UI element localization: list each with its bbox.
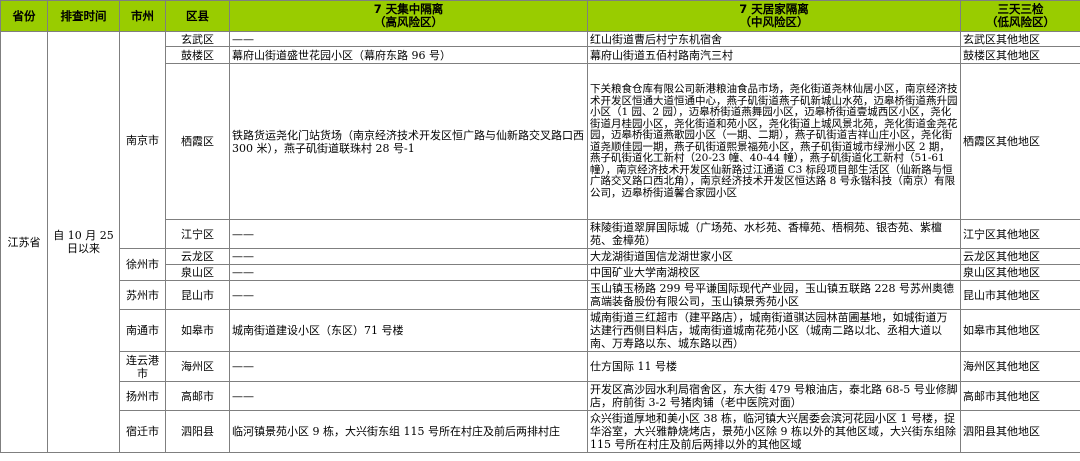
header-low-title: 三天三检	[997, 2, 1044, 16]
header-low-sub: （低风险区）	[986, 15, 1055, 29]
high-risk-cell: 幕府山街道盛世花园小区（幕府东路 96 号）	[229, 46, 588, 64]
header-row: 省份 排查时间 市州 区县 7 天集中隔离 （高风险区） 7 天居家隔离 （中风险区…	[0, 0, 1080, 32]
district-cell: 栖霞区	[165, 63, 230, 220]
low-risk-cell: 泉山区其他地区	[960, 264, 1080, 281]
mid-risk-cell: 秣陵街道翠屏国际城（广场苑、水杉苑、香樟苑、梧桐苑、银杏苑、紫檀苑、金樟苑）	[587, 219, 961, 249]
table-row: 扬州市 高邮市 —— 开发区高沙园水利局宿舍区，东大街 479 号粮油店，泰北路…	[1, 381, 1080, 411]
district-cell: 云龙区	[165, 248, 230, 265]
high-risk-cell: ——	[229, 381, 588, 411]
mid-risk-cell: 城南街道三红超市（建平路店），城南街道骐达园林苗圃基地，如城街道万达建行西侧目料…	[587, 309, 961, 352]
district-cell: 泉山区	[165, 264, 230, 281]
low-risk-cell: 云龙区其他地区	[960, 248, 1080, 265]
risk-area-table: 省份 排查时间 市州 区县 7 天集中隔离 （高风险区） 7 天居家隔离 （中风险区…	[0, 0, 1080, 453]
header-high-risk: 7 天集中隔离 （高风险区）	[229, 0, 588, 32]
high-risk-cell: ——	[229, 31, 588, 47]
table-row: 徐州市 云龙区 —— 大龙湖街道国信龙湖世家小区 云龙区其他地区	[1, 248, 1080, 281]
province-cell: 江苏省	[0, 31, 48, 453]
mid-risk-cell: 中国矿业大学南湖校区	[587, 264, 961, 281]
header-province: 省份	[0, 0, 48, 32]
table-row: 连云港市 海州区 —— 仕方国际 11 号楼 海州区其他地区	[1, 351, 1080, 382]
header-city: 市州	[119, 0, 166, 32]
city-cell: 南通市	[119, 309, 166, 352]
low-risk-cell: 栖霞区其他地区	[960, 63, 1080, 220]
table-row: 苏州市 昆山市 —— 玉山镇玉杨路 299 号平谦国际现代产业园，玉山镇五联路 …	[1, 280, 1080, 310]
header-district: 区县	[165, 0, 230, 32]
high-risk-cell: ——	[229, 219, 588, 249]
mid-risk-cell: 开发区高沙园水利局宿舍区，东大街 479 号粮油店，泰北路 68-5 号业修脚店…	[587, 381, 961, 411]
high-risk-cell: 城南街道建设小区（东区）71 号楼	[229, 309, 588, 352]
mid-risk-cell: 幕府山街道五佰村路南汽三村	[587, 46, 961, 64]
district-cell: 江宁区	[165, 219, 230, 249]
district-cell: 玄武区	[165, 31, 230, 47]
mid-risk-cell: 仕方国际 11 号楼	[587, 351, 961, 382]
mid-risk-cell: 众兴街道厚地和美小区 38 栋，临河镇大兴居委会滨河花园小区 1 号楼，捉华浴室…	[587, 410, 961, 453]
low-risk-cell: 泗阳县其他地区	[960, 410, 1080, 453]
low-risk-cell: 江宁区其他地区	[960, 219, 1080, 249]
city-cell: 扬州市	[119, 381, 166, 411]
table-row: 南通市 如皋市 城南街道建设小区（东区）71 号楼 城南街道三红超市（建平路店）…	[1, 309, 1080, 352]
high-risk-cell: ——	[229, 280, 588, 310]
header-high-title: 7 天集中隔离	[373, 2, 444, 16]
low-risk-cell: 昆山市其他地区	[960, 280, 1080, 310]
low-risk-cell: 高邮市其他地区	[960, 381, 1080, 411]
district-cell: 高邮市	[165, 381, 230, 411]
city-cell: 苏州市	[119, 280, 166, 310]
district-cell: 海州区	[165, 351, 230, 382]
city-cell: 连云港市	[119, 351, 166, 382]
low-risk-cell: 海州区其他地区	[960, 351, 1080, 382]
mid-risk-cell: 大龙湖街道国信龙湖世家小区	[587, 248, 961, 265]
header-low-risk: 三天三检 （低风险区）	[960, 0, 1080, 32]
high-risk-cell: ——	[229, 264, 588, 281]
high-risk-cell: ——	[229, 351, 588, 382]
district-cell: 泗阳县	[165, 410, 230, 453]
district-cell: 鼓楼区	[165, 46, 230, 64]
city-cell: 南京市	[119, 31, 166, 249]
header-screen-time: 排查时间	[47, 0, 120, 32]
high-risk-cell: ——	[229, 248, 588, 265]
table-row: 宿迁市 泗阳县 临河镇景苑小区 9 栋，大兴街东组 115 号所在村庄及前后两排…	[1, 410, 1080, 453]
mid-risk-cell: 红山街道曹后村宁东机宿舍	[587, 31, 961, 47]
mid-risk-cell: 玉山镇玉杨路 299 号平谦国际现代产业园，玉山镇五联路 228 号苏州奥德高端…	[587, 280, 961, 310]
screen-time-cell: 自 10 月 25 日以来	[47, 31, 120, 453]
header-high-sub: （高风险区）	[374, 15, 443, 29]
mid-risk-cell: 下关粮食仓库有限公司新港粮油食品市场，尧化街道尧林仙居小区，南京经济技术开发区恒…	[587, 63, 961, 220]
high-risk-cell: 铁路货运尧化门站货场（南京经济技术开发区恒广路与仙新路交叉路口西 300 米），…	[229, 63, 588, 220]
table-row: 江苏省 自 10 月 25 日以来 南京市 玄武区 —— 红山街道曹后村宁东机宿…	[0, 31, 1080, 453]
header-mid-title: 7 天居家隔离	[739, 2, 809, 16]
city-cell: 徐州市	[119, 248, 166, 281]
header-mid-sub: （中风险区）	[739, 15, 809, 29]
low-risk-cell: 鼓楼区其他地区	[960, 46, 1080, 64]
low-risk-cell: 玄武区其他地区	[960, 31, 1080, 47]
district-cell: 昆山市	[165, 280, 230, 310]
header-mid-risk: 7 天居家隔离 （中风险区）	[587, 0, 961, 32]
city-cell: 宿迁市	[119, 410, 166, 453]
low-risk-cell: 如皋市其他地区	[960, 309, 1080, 352]
district-cell: 如皋市	[165, 309, 230, 352]
high-risk-cell: 临河镇景苑小区 9 栋，大兴街东组 115 号所在村庄及前后两排村庄	[229, 410, 588, 453]
